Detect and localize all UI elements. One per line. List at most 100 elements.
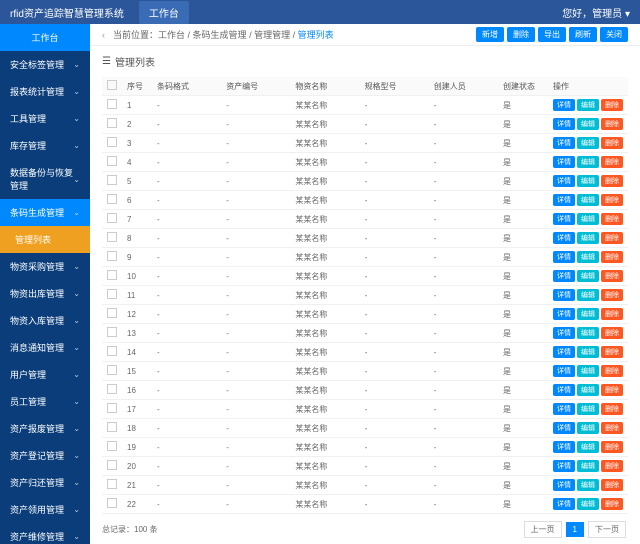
sidebar-item-0[interactable]: 安全标签管理⌄ xyxy=(0,51,90,78)
detail-button[interactable]: 详情 xyxy=(553,194,575,206)
sidebar-item-17[interactable]: 资产维修管理⌄ xyxy=(0,523,90,544)
detail-button[interactable]: 详情 xyxy=(553,232,575,244)
delete-row-button[interactable]: 删除 xyxy=(601,289,623,301)
row-checkbox[interactable] xyxy=(107,460,117,470)
delete-row-button[interactable]: 删除 xyxy=(601,479,623,491)
sidebar-item-16[interactable]: 资产领用管理⌄ xyxy=(0,496,90,523)
delete-button[interactable]: 删除 xyxy=(507,27,535,42)
prev-page[interactable]: 上一页 xyxy=(524,521,562,538)
sidebar-item-1[interactable]: 报表统计管理⌄ xyxy=(0,78,90,105)
row-checkbox[interactable] xyxy=(107,498,117,508)
row-checkbox[interactable] xyxy=(107,384,117,394)
delete-row-button[interactable]: 删除 xyxy=(601,460,623,472)
detail-button[interactable]: 详情 xyxy=(553,99,575,111)
row-checkbox[interactable] xyxy=(107,403,117,413)
row-checkbox[interactable] xyxy=(107,232,117,242)
row-checkbox[interactable] xyxy=(107,118,117,128)
sidebar-item-4[interactable]: 数据备份与恢复管理⌄ xyxy=(0,159,90,199)
delete-row-button[interactable]: 删除 xyxy=(601,384,623,396)
detail-button[interactable]: 详情 xyxy=(553,384,575,396)
row-checkbox[interactable] xyxy=(107,194,117,204)
refresh-button[interactable]: 刷新 xyxy=(569,27,597,42)
detail-button[interactable]: 详情 xyxy=(553,365,575,377)
detail-button[interactable]: 详情 xyxy=(553,441,575,453)
detail-button[interactable]: 详情 xyxy=(553,308,575,320)
delete-row-button[interactable]: 删除 xyxy=(601,403,623,415)
edit-button[interactable]: 编辑 xyxy=(577,308,599,320)
delete-row-button[interactable]: 删除 xyxy=(601,99,623,111)
edit-button[interactable]: 编辑 xyxy=(577,441,599,453)
detail-button[interactable]: 详情 xyxy=(553,137,575,149)
edit-button[interactable]: 编辑 xyxy=(577,479,599,491)
detail-button[interactable]: 详情 xyxy=(553,422,575,434)
row-checkbox[interactable] xyxy=(107,422,117,432)
edit-button[interactable]: 编辑 xyxy=(577,422,599,434)
row-checkbox[interactable] xyxy=(107,156,117,166)
row-checkbox[interactable] xyxy=(107,175,117,185)
delete-row-button[interactable]: 删除 xyxy=(601,156,623,168)
edit-button[interactable]: 编辑 xyxy=(577,137,599,149)
delete-row-button[interactable]: 删除 xyxy=(601,232,623,244)
row-checkbox[interactable] xyxy=(107,441,117,451)
row-checkbox[interactable] xyxy=(107,479,117,489)
delete-row-button[interactable]: 删除 xyxy=(601,118,623,130)
delete-row-button[interactable]: 删除 xyxy=(601,498,623,510)
sidebar-item-5[interactable]: 条码生成管理⌄ xyxy=(0,199,90,226)
detail-button[interactable]: 详情 xyxy=(553,156,575,168)
row-checkbox[interactable] xyxy=(107,137,117,147)
export-button[interactable]: 导出 xyxy=(538,27,566,42)
sidebar-item-10[interactable]: 消息通知管理⌄ xyxy=(0,334,90,361)
edit-button[interactable]: 编辑 xyxy=(577,232,599,244)
edit-button[interactable]: 编辑 xyxy=(577,403,599,415)
row-checkbox[interactable] xyxy=(107,99,117,109)
row-checkbox[interactable] xyxy=(107,270,117,280)
edit-button[interactable]: 编辑 xyxy=(577,365,599,377)
row-checkbox[interactable] xyxy=(107,289,117,299)
top-tab-workspace[interactable]: 工作台 xyxy=(139,1,189,24)
sidebar-item-12[interactable]: 员工管理⌄ xyxy=(0,388,90,415)
sidebar-item-11[interactable]: 用户管理⌄ xyxy=(0,361,90,388)
collapse-icon[interactable]: ‹ xyxy=(102,30,105,40)
edit-button[interactable]: 编辑 xyxy=(577,175,599,187)
row-checkbox[interactable] xyxy=(107,327,117,337)
detail-button[interactable]: 详情 xyxy=(553,289,575,301)
delete-row-button[interactable]: 删除 xyxy=(601,308,623,320)
edit-button[interactable]: 编辑 xyxy=(577,156,599,168)
sidebar-item-7[interactable]: 物资采购管理⌄ xyxy=(0,253,90,280)
edit-button[interactable]: 编辑 xyxy=(577,346,599,358)
detail-button[interactable]: 详情 xyxy=(553,479,575,491)
detail-button[interactable]: 详情 xyxy=(553,327,575,339)
edit-button[interactable]: 编辑 xyxy=(577,118,599,130)
sidebar-head[interactable]: 工作台 xyxy=(0,24,90,51)
edit-button[interactable]: 编辑 xyxy=(577,498,599,510)
detail-button[interactable]: 详情 xyxy=(553,460,575,472)
delete-row-button[interactable]: 删除 xyxy=(601,365,623,377)
delete-row-button[interactable]: 删除 xyxy=(601,327,623,339)
delete-row-button[interactable]: 删除 xyxy=(601,137,623,149)
sidebar-item-13[interactable]: 资产报废管理⌄ xyxy=(0,415,90,442)
checkbox-all[interactable] xyxy=(107,80,117,90)
edit-button[interactable]: 编辑 xyxy=(577,289,599,301)
detail-button[interactable]: 详情 xyxy=(553,403,575,415)
edit-button[interactable]: 编辑 xyxy=(577,194,599,206)
row-checkbox[interactable] xyxy=(107,346,117,356)
edit-button[interactable]: 编辑 xyxy=(577,213,599,225)
delete-row-button[interactable]: 删除 xyxy=(601,194,623,206)
delete-row-button[interactable]: 删除 xyxy=(601,422,623,434)
sidebar-item-8[interactable]: 物资出库管理⌄ xyxy=(0,280,90,307)
sidebar-item-15[interactable]: 资产归还管理⌄ xyxy=(0,469,90,496)
edit-button[interactable]: 编辑 xyxy=(577,270,599,282)
edit-button[interactable]: 编辑 xyxy=(577,99,599,111)
edit-button[interactable]: 编辑 xyxy=(577,251,599,263)
detail-button[interactable]: 详情 xyxy=(553,498,575,510)
delete-row-button[interactable]: 删除 xyxy=(601,251,623,263)
sidebar-item-2[interactable]: 工具管理⌄ xyxy=(0,105,90,132)
sidebar-item-9[interactable]: 物资入库管理⌄ xyxy=(0,307,90,334)
sidebar-item-6[interactable]: 管理列表 xyxy=(0,226,90,253)
edit-button[interactable]: 编辑 xyxy=(577,384,599,396)
row-checkbox[interactable] xyxy=(107,308,117,318)
row-checkbox[interactable] xyxy=(107,251,117,261)
delete-row-button[interactable]: 删除 xyxy=(601,441,623,453)
edit-button[interactable]: 编辑 xyxy=(577,327,599,339)
detail-button[interactable]: 详情 xyxy=(553,251,575,263)
